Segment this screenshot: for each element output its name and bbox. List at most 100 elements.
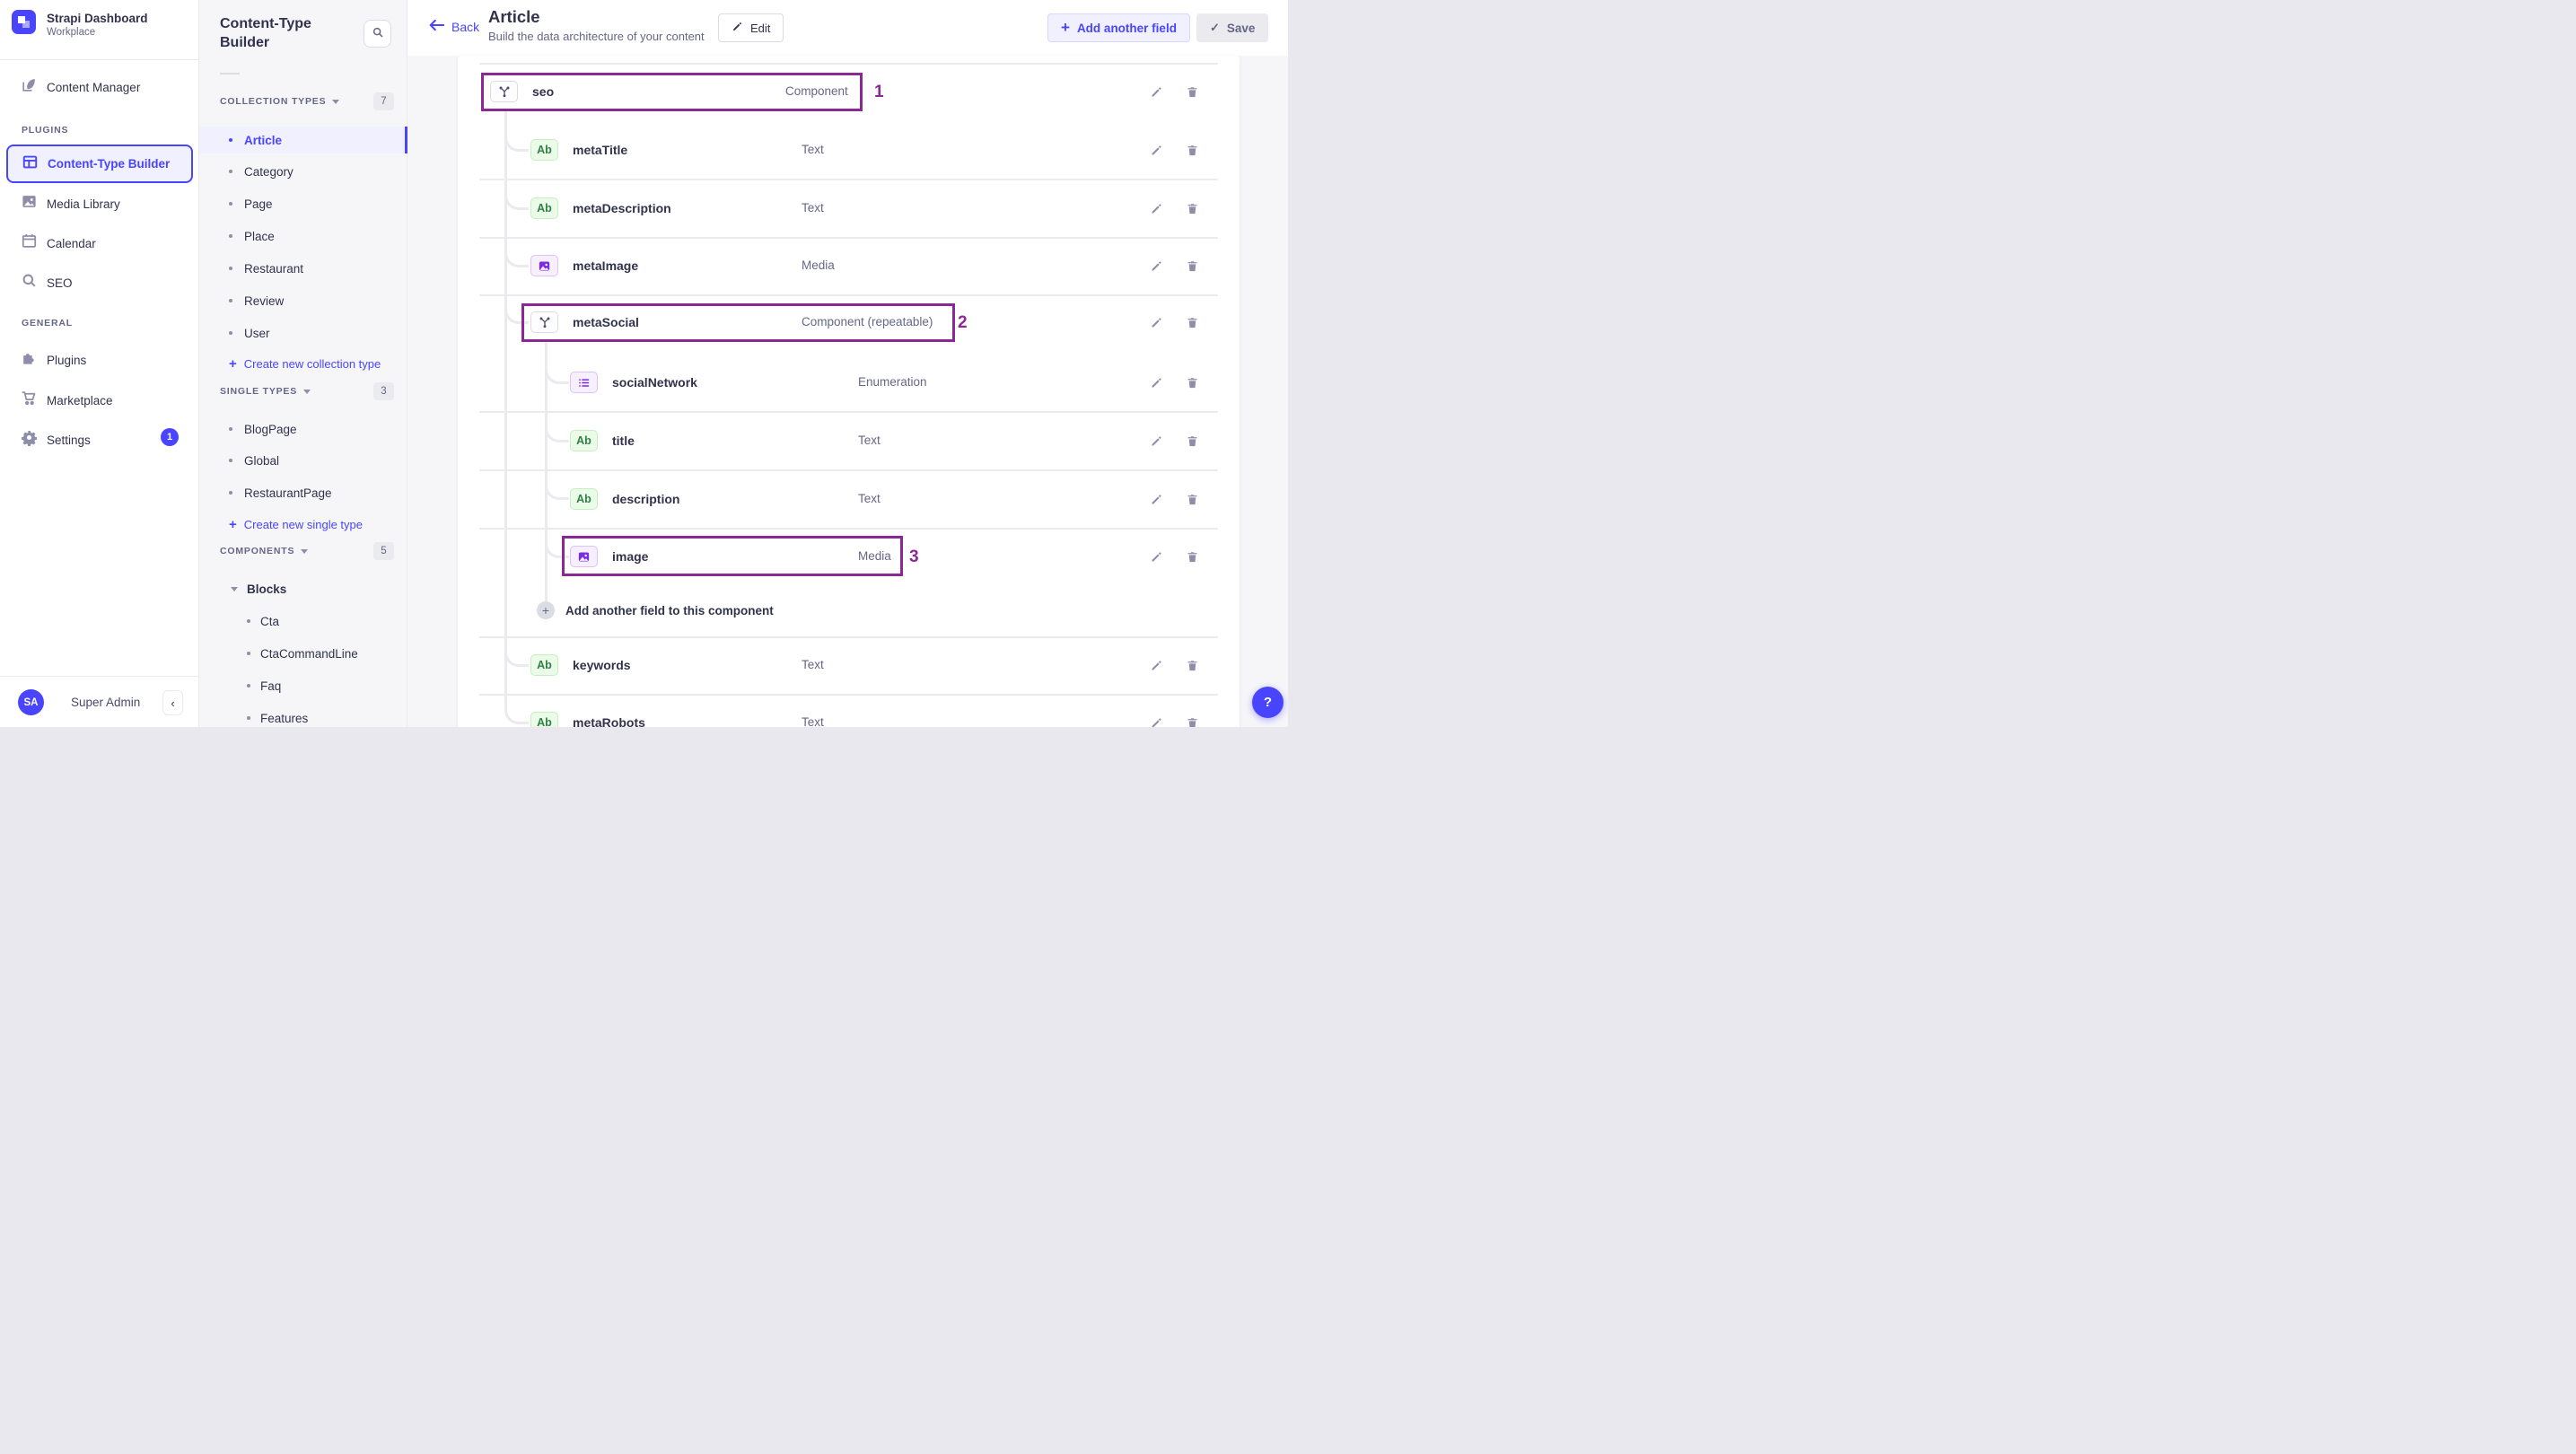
table-row-metaimage[interactable]: metaImage Media [458, 251, 1240, 280]
bullet-icon [229, 234, 232, 238]
sidebar-item-place[interactable]: Place [199, 227, 407, 245]
edit-field-button[interactable] [1147, 83, 1165, 101]
sidebar-item-faq[interactable]: Faq [199, 677, 407, 695]
edit-field-button[interactable] [1147, 373, 1165, 391]
avatar[interactable]: SA [18, 689, 44, 715]
bullet-icon [247, 652, 250, 655]
bullet-icon [229, 331, 232, 335]
row-divider [479, 636, 1218, 638]
sidebar-item-restaurant[interactable]: Restaurant [199, 259, 407, 277]
back-link[interactable]: Back [429, 19, 479, 34]
single-types-header[interactable]: SINGLE TYPES [220, 385, 311, 398]
delete-field-button[interactable] [1183, 547, 1201, 565]
field-type: Component [785, 84, 848, 98]
table-row-image[interactable]: image Media [458, 542, 1240, 571]
row-divider [479, 694, 1218, 696]
create-collection-type-link[interactable]: + Create new collection type [229, 355, 381, 372]
text-field-icon: Ab [530, 654, 558, 676]
delete-field-button[interactable] [1183, 141, 1201, 159]
field-type: Text [858, 492, 881, 505]
sidebar-item-review[interactable]: Review [199, 292, 407, 310]
sidebar-item-article[interactable]: Article [199, 127, 407, 153]
puzzle-icon [21, 349, 38, 371]
table-row-socialnetwork[interactable]: socialNetwork Enumeration [458, 368, 1240, 397]
field-name: title [612, 434, 635, 448]
field-name: metaDescription [573, 201, 671, 215]
sidebar-item-seo[interactable]: SEO [0, 271, 199, 294]
pencil-icon [732, 21, 743, 35]
sidebar-item-calendar[interactable]: Calendar [0, 232, 199, 255]
delete-field-button[interactable] [1183, 83, 1201, 101]
media-field-icon [530, 255, 558, 276]
sidebar-item-content-type-builder[interactable]: Content-Type Builder [6, 145, 193, 183]
collapse-sidebar-button[interactable]: ‹ [162, 690, 183, 715]
sidebar-item-cta[interactable]: Cta [199, 612, 407, 630]
settings-notification-badge: 1 [161, 428, 179, 446]
add-another-field-button[interactable]: + Add another field [1047, 13, 1190, 42]
workspace-switcher[interactable]: Strapi Dashboard Workplace [12, 10, 148, 39]
component-group-blocks[interactable]: Blocks [231, 580, 286, 598]
delete-field-button[interactable] [1183, 373, 1201, 391]
cart-icon [21, 390, 38, 411]
table-row-title[interactable]: Ab title Text [458, 426, 1240, 455]
search-button[interactable] [364, 20, 391, 48]
table-row-metatitle[interactable]: Ab metaTitle Text [458, 136, 1240, 164]
table-row-metasocial[interactable]: metaSocial Component (repeatable) [458, 308, 1240, 337]
sidebar-item-global[interactable]: Global [199, 451, 407, 469]
edit-field-button[interactable] [1147, 547, 1165, 565]
sidebar-item-page[interactable]: Page [199, 195, 407, 213]
chevron-down-icon [332, 99, 340, 104]
user-name: Super Admin [71, 696, 141, 709]
sidebar-item-user[interactable]: User [199, 324, 407, 342]
delete-field-button[interactable] [1183, 714, 1201, 727]
table-row-metarobots[interactable]: Ab metaRobots Text [458, 708, 1240, 727]
create-single-type-link[interactable]: + Create new single type [229, 515, 363, 533]
save-button[interactable]: ✓ Save [1196, 13, 1269, 42]
field-name: seo [532, 84, 555, 99]
bullet-icon [229, 202, 232, 206]
edit-field-button[interactable] [1147, 490, 1165, 508]
edit-field-button[interactable] [1147, 141, 1165, 159]
sidebar-item-marketplace[interactable]: Marketplace [0, 389, 199, 412]
edit-field-button[interactable] [1147, 714, 1165, 727]
edit-field-button[interactable] [1147, 199, 1165, 217]
table-row-metadescription[interactable]: Ab metaDescription Text [458, 194, 1240, 223]
sidebar-item-plugins[interactable]: Plugins [0, 348, 199, 372]
search-icon [21, 272, 38, 293]
table-row-keywords[interactable]: Ab keywords Text [458, 651, 1240, 679]
delete-field-button[interactable] [1183, 490, 1201, 508]
add-field-to-component-row[interactable]: + Add another field to this component [458, 601, 1240, 619]
delete-field-button[interactable] [1183, 257, 1201, 275]
edit-field-button[interactable] [1147, 656, 1165, 674]
sidebar-item-content-manager[interactable]: Content Manager [0, 75, 199, 99]
delete-field-button[interactable] [1183, 199, 1201, 217]
text-field-icon: Ab [570, 430, 598, 451]
delete-field-button[interactable] [1183, 313, 1201, 331]
edit-field-button[interactable] [1147, 432, 1165, 450]
calendar-icon [21, 232, 38, 254]
components-header[interactable]: COMPONENTS [220, 545, 309, 557]
panel-title: Content-Type Builder [220, 16, 311, 50]
field-type: Text [858, 434, 881, 447]
table-row-seo[interactable]: seo Component [458, 77, 1240, 106]
help-button[interactable]: ? [1252, 687, 1284, 718]
bullet-icon [229, 491, 232, 495]
table-row-description[interactable]: Ab description Text [458, 485, 1240, 513]
sidebar-item-restaurantpage[interactable]: RestaurantPage [199, 484, 407, 502]
sidebar-item-blogpage[interactable]: BlogPage [199, 420, 407, 438]
enumeration-field-icon [570, 372, 598, 393]
edit-field-button[interactable] [1147, 313, 1165, 331]
edit-button[interactable]: Edit [718, 13, 784, 42]
sidebar-item-media-library[interactable]: Media Library [0, 192, 199, 215]
components-count: 5 [373, 542, 394, 560]
sidebar-item-category[interactable]: Category [199, 162, 407, 180]
delete-field-button[interactable] [1183, 432, 1201, 450]
edit-field-button[interactable] [1147, 257, 1165, 275]
collection-types-header[interactable]: COLLECTION TYPES [220, 95, 340, 108]
chevron-down-icon [301, 548, 309, 554]
field-type: Media [802, 258, 835, 272]
sidebar-item-features[interactable]: Features [199, 709, 407, 727]
sidebar-item-ctacommandline[interactable]: CtaCommandLine [199, 644, 407, 662]
bullet-icon [247, 716, 250, 720]
delete-field-button[interactable] [1183, 656, 1201, 674]
